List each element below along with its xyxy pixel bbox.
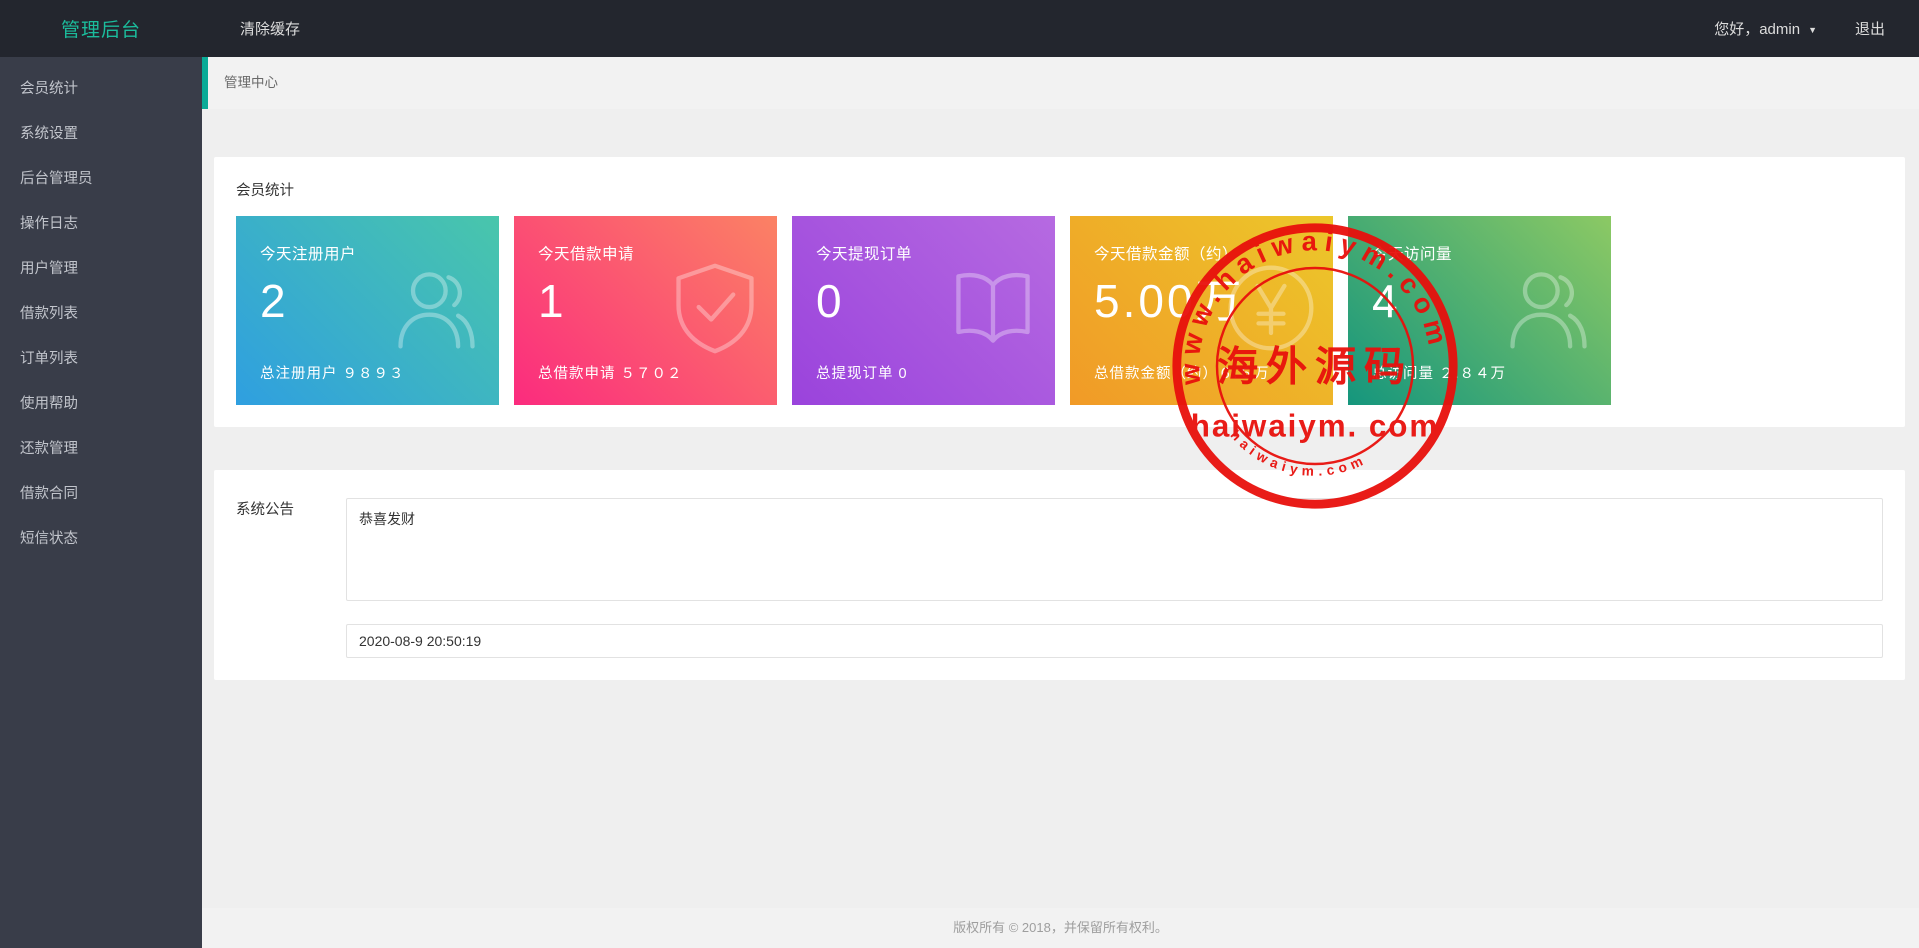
sidebar-item-sms-status[interactable]: 短信状态 bbox=[0, 517, 202, 562]
sidebar-item-order-list[interactable]: 订单列表 bbox=[0, 337, 202, 382]
announcement-panel: 系统公告 恭喜发财 bbox=[214, 470, 1905, 680]
user-icon bbox=[1501, 260, 1597, 356]
copyright-text: 版权所有 © 2018，并保留所有权利。 bbox=[953, 920, 1168, 935]
stat-card-total: 总注册用户 ９８９３ bbox=[260, 366, 405, 382]
stat-card-total: 总访问量 ２.８４万 bbox=[1372, 366, 1507, 382]
users-icon bbox=[389, 260, 485, 356]
stat-card-registered-users: 今天注册用户 2 总注册用户 ９８９３ bbox=[236, 216, 499, 405]
stat-card-loan-amount: 今天借款金额（约） 5.00万 总借款金额（约）６.６万 bbox=[1070, 216, 1333, 405]
sidebar-item-operation-logs[interactable]: 操作日志 bbox=[0, 202, 202, 247]
yen-circle-icon bbox=[1223, 260, 1319, 356]
breadcrumb-bar: 管理中心 bbox=[202, 57, 1919, 109]
clear-cache-button[interactable]: 清除缓存 bbox=[218, 0, 322, 57]
member-stats-panel: 会员统计 今天注册用户 2 总注册用户 ９８９３ 今天借款申请 1 总借款申请 … bbox=[214, 157, 1905, 427]
shield-check-icon bbox=[667, 260, 763, 356]
content: 会员统计 今天注册用户 2 总注册用户 ９８９３ 今天借款申请 1 总借款申请 … bbox=[202, 109, 1919, 908]
sidebar-item-help[interactable]: 使用帮助 bbox=[0, 382, 202, 427]
stat-card-withdraw-orders: 今天提现订单 0 总提现订单 0 bbox=[792, 216, 1055, 405]
app-logo[interactable]: 管理后台 bbox=[0, 15, 202, 42]
panel-title-member-stats: 会员统计 bbox=[236, 183, 294, 199]
top-header: 管理后台 清除缓存 您好，admin ▼ 退出 bbox=[0, 0, 1919, 57]
chevron-down-icon: ▼ bbox=[1808, 24, 1817, 35]
greeting-label: 您好，admin bbox=[1714, 21, 1801, 38]
tab-admin-center[interactable]: 管理中心 bbox=[202, 57, 1919, 109]
stat-card-total: 总提现订单 0 bbox=[816, 366, 908, 382]
stat-card-visits: 今天访问量 4 总访问量 ２.８４万 bbox=[1348, 216, 1611, 405]
sidebar-item-loan-list[interactable]: 借款列表 bbox=[0, 292, 202, 337]
panel-title-announcement: 系统公告 bbox=[236, 502, 294, 518]
sidebar-item-admins[interactable]: 后台管理员 bbox=[0, 157, 202, 202]
sidebar-nav: 会员统计 系统设置 后台管理员 操作日志 用户管理 借款列表 订单列表 使用帮助… bbox=[0, 57, 202, 948]
book-icon bbox=[945, 260, 1041, 356]
stat-card-total: 总借款金额（约）６.６万 bbox=[1094, 366, 1270, 382]
stat-card-total: 总借款申请 ５７０２ bbox=[538, 366, 683, 382]
stat-card-loan-applications: 今天借款申请 1 总借款申请 ５７０２ bbox=[514, 216, 777, 405]
announcement-textarea[interactable]: 恭喜发财 bbox=[346, 498, 1883, 601]
active-tab-accent bbox=[202, 57, 208, 109]
announcement-datetime-input[interactable] bbox=[346, 624, 1883, 658]
footer: 版权所有 © 2018，并保留所有权利。 bbox=[202, 908, 1919, 948]
sidebar-item-member-stats[interactable]: 会员统计 bbox=[0, 67, 202, 112]
sidebar-item-system-settings[interactable]: 系统设置 bbox=[0, 112, 202, 157]
sidebar-item-loan-contract[interactable]: 借款合同 bbox=[0, 472, 202, 517]
sidebar-item-repayment[interactable]: 还款管理 bbox=[0, 427, 202, 472]
stat-cards-row: 今天注册用户 2 总注册用户 ９８９３ 今天借款申请 1 总借款申请 ５７０２ bbox=[236, 216, 1883, 405]
sidebar-item-user-management[interactable]: 用户管理 bbox=[0, 247, 202, 292]
user-dropdown[interactable]: 您好，admin ▼ bbox=[1696, 0, 1835, 57]
logout-button[interactable]: 退出 bbox=[1835, 0, 1891, 57]
main-area: 管理中心 会员统计 今天注册用户 2 总注册用户 ９８９３ 今天借款申请 1 总… bbox=[202, 57, 1919, 948]
